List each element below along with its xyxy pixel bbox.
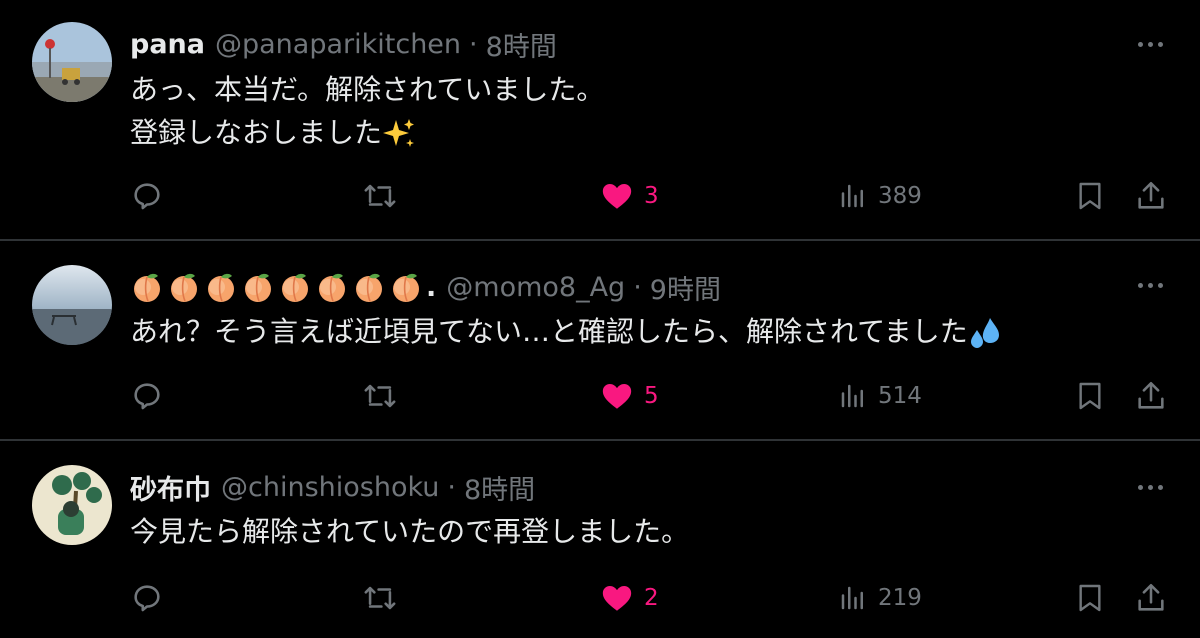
sparkles-icon [383, 119, 415, 147]
reply-icon [134, 585, 160, 612]
peach-emoji-icon [208, 273, 234, 302]
like-button[interactable]: 3 [600, 176, 659, 216]
retweet-button[interactable] [362, 176, 398, 216]
avatar[interactable] [32, 465, 112, 545]
timestamp[interactable]: 9時間 [650, 268, 721, 307]
separator: · [447, 471, 456, 503]
views-icon [841, 384, 863, 408]
share-button[interactable] [1134, 578, 1168, 618]
view-count: 514 [878, 383, 922, 409]
bookmark-button[interactable] [1074, 176, 1106, 216]
view-count: 219 [878, 585, 922, 611]
reply-button[interactable] [130, 578, 164, 618]
share-button[interactable] [1134, 176, 1168, 216]
reply-button[interactable] [130, 176, 164, 216]
bookmark-icon [1079, 182, 1101, 210]
display-name[interactable]: 砂布巾 [130, 468, 211, 507]
tweet-text: 今見たら解除されていたので再登しました。 [130, 510, 689, 553]
avatar[interactable] [32, 22, 112, 102]
more-icon[interactable] [1138, 42, 1163, 47]
tweet-1[interactable]: pana @panaparikitchen · 8時間 あっ、本当だ。解除されて… [0, 0, 1200, 240]
tweet-line-2: 登録しなおしました [130, 111, 604, 154]
views-button[interactable]: 514 [838, 376, 922, 416]
tweet-text: あっ、本当だ。解除されていました。登録しなおしました [130, 68, 604, 154]
view-count: 389 [878, 183, 922, 209]
more-icon[interactable] [1138, 485, 1163, 490]
tweet-header: 砂布巾 @chinshioshoku · 8時間 [130, 467, 535, 507]
views-button[interactable]: 389 [838, 176, 922, 216]
avatar[interactable] [32, 265, 112, 345]
tweet-text: あれ？そう言えば近頃見てない…と確認したら、解除されてました [130, 310, 1002, 353]
more-icon[interactable] [1138, 283, 1163, 288]
tweet-2[interactable]: . @momo8_Ag · 9時間 あれ？そう言えば近頃見てない…と確認したら、… [0, 241, 1200, 439]
share-icon [1138, 181, 1164, 209]
like-count: 5 [644, 383, 659, 409]
share-button[interactable] [1134, 376, 1168, 416]
peach-emoji-icon [171, 273, 197, 302]
retweet-icon [364, 586, 396, 610]
views-icon [841, 184, 863, 208]
peach-emoji-icon [393, 273, 419, 302]
peach-emoji-icon [245, 273, 271, 302]
peach-emoji-row [130, 270, 423, 304]
retweet-icon [364, 184, 396, 208]
share-icon [1138, 583, 1164, 611]
views-icon [841, 586, 863, 610]
timestamp[interactable]: 8時間 [464, 468, 535, 507]
retweet-icon [364, 384, 396, 408]
tweet-line: 今見たら解除されていたので再登しました。 [130, 515, 690, 548]
bookmark-button[interactable] [1074, 578, 1106, 618]
bookmark-button[interactable] [1074, 376, 1106, 416]
peach-emoji-icon [319, 273, 345, 302]
retweet-button[interactable] [362, 578, 398, 618]
like-button[interactable]: 5 [600, 376, 659, 416]
peach-emoji-icon [282, 273, 308, 302]
timestamp[interactable]: 8時間 [486, 25, 557, 64]
handle[interactable]: @chinshioshoku [221, 472, 439, 503]
handle[interactable]: @panaparikitchen [215, 29, 461, 60]
heart-icon [602, 585, 632, 611]
reply-icon [134, 383, 160, 410]
reply-button[interactable] [130, 376, 164, 416]
reply-icon [134, 183, 160, 210]
heart-icon [602, 383, 632, 409]
tweet-header: . @momo8_Ag · 9時間 [130, 267, 721, 307]
peach-emoji-icon [356, 273, 382, 302]
views-button[interactable]: 219 [838, 578, 922, 618]
retweet-button[interactable] [362, 376, 398, 416]
like-count: 2 [644, 585, 659, 611]
separator: · [469, 28, 478, 60]
peach-emoji-icon [134, 273, 160, 302]
handle[interactable]: @momo8_Ag [446, 272, 625, 303]
tweet-header: pana @panaparikitchen · 8時間 [130, 24, 557, 64]
tweet-line: あれ？そう言えば近頃見てない…と確認したら、解除されてました [130, 310, 1002, 353]
tweet-3[interactable]: 砂布巾 @chinshioshoku · 8時間 今見たら解除されていたので再登… [0, 441, 1200, 638]
separator: · [633, 271, 642, 303]
sweat-droplets-icon [970, 318, 999, 348]
like-count: 3 [644, 183, 659, 209]
display-name[interactable]: pana [130, 29, 205, 60]
bookmark-icon [1079, 382, 1101, 410]
bookmark-icon [1079, 584, 1101, 612]
share-icon [1138, 381, 1164, 409]
tweet-line: あっ、本当だ。解除されていました。 [130, 73, 605, 106]
like-button[interactable]: 2 [600, 578, 659, 618]
display-name[interactable]: . [130, 270, 436, 304]
heart-icon [602, 183, 632, 209]
